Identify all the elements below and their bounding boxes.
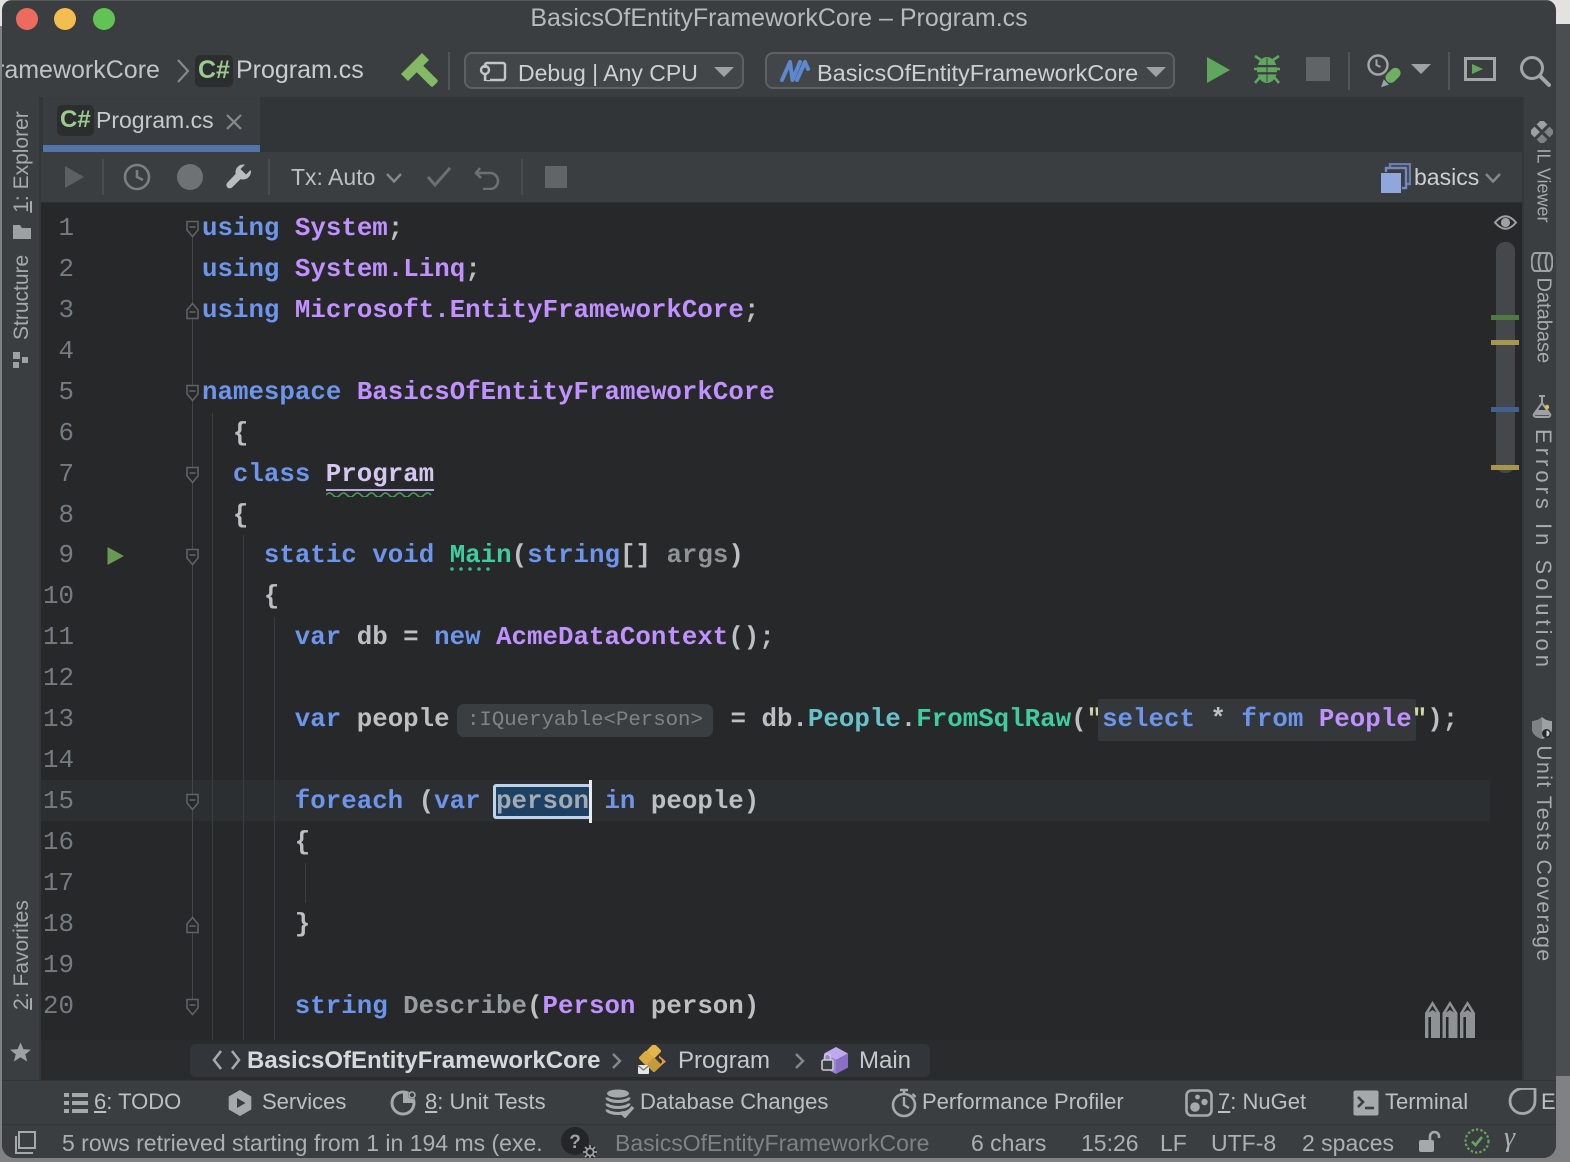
svg-text:?: ? [569, 1132, 581, 1153]
